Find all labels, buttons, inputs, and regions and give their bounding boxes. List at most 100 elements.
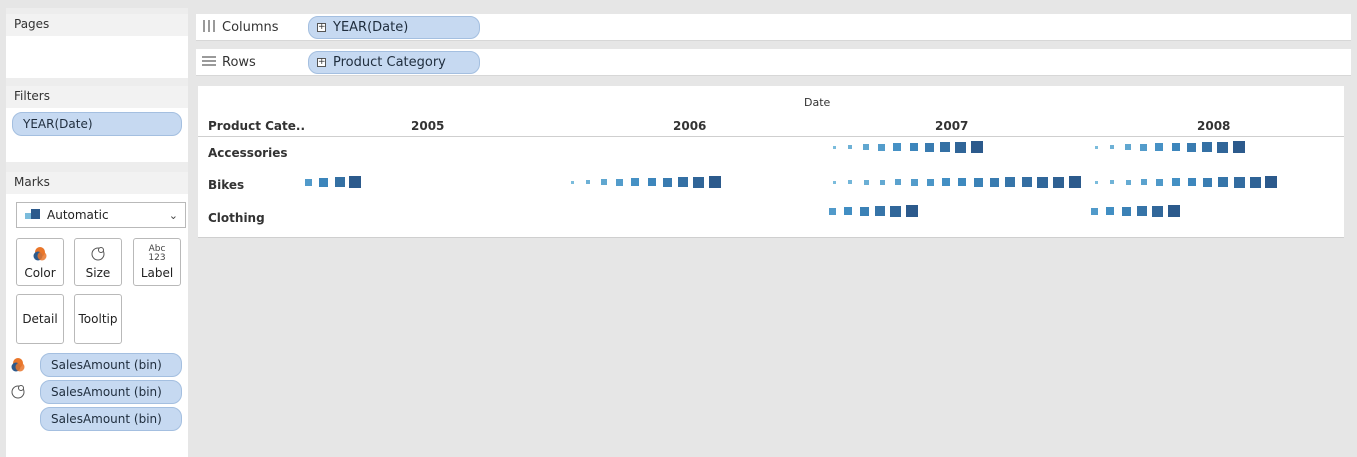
size-button[interactable]: Size [74, 238, 122, 286]
size-icon [75, 245, 121, 264]
mark-square[interactable] [1187, 143, 1196, 152]
mark-square[interactable] [1053, 177, 1064, 188]
rows-icon [202, 55, 216, 71]
mark-square[interactable] [1005, 177, 1015, 187]
mark-square[interactable] [927, 179, 934, 186]
columns-shelf[interactable]: Columns + YEAR(Date) [196, 14, 1351, 41]
mark-square[interactable] [848, 145, 852, 149]
mark-square[interactable] [648, 178, 656, 186]
color-field-pill[interactable]: SalesAmount (bin) [40, 353, 182, 377]
mark-square[interactable] [1106, 207, 1114, 215]
mark-square[interactable] [1126, 180, 1131, 185]
columns-pill-label: YEAR(Date) [333, 20, 409, 35]
mark-square[interactable] [864, 180, 869, 185]
mark-square[interactable] [848, 180, 852, 184]
mark-square[interactable] [910, 143, 918, 151]
label-field-pill[interactable]: SalesAmount (bin) [40, 407, 182, 431]
mark-square[interactable] [1137, 206, 1147, 216]
row-label-bikes: Bikes [208, 178, 245, 192]
mark-square[interactable] [349, 176, 361, 188]
expand-icon[interactable]: + [317, 23, 326, 32]
mark-square[interactable] [1218, 177, 1228, 187]
mark-square[interactable] [586, 180, 590, 184]
mark-square[interactable] [940, 142, 950, 152]
mark-square[interactable] [319, 178, 328, 187]
mark-square[interactable] [1155, 143, 1163, 151]
mark-square[interactable] [974, 178, 983, 187]
expand-icon[interactable]: + [317, 58, 326, 67]
mark-square[interactable] [1156, 179, 1163, 186]
mark-square[interactable] [601, 179, 607, 185]
columns-pill[interactable]: + YEAR(Date) [308, 16, 480, 39]
tooltip-button[interactable]: Tooltip [74, 294, 122, 344]
mark-square[interactable] [1202, 142, 1212, 152]
mark-square[interactable] [1250, 177, 1261, 188]
mark-square[interactable] [1122, 207, 1131, 216]
mark-square[interactable] [663, 178, 672, 187]
mark-square[interactable] [1037, 177, 1048, 188]
size-field-pill[interactable]: SalesAmount (bin) [40, 380, 182, 404]
mark-square[interactable] [335, 177, 345, 187]
mark-square[interactable] [875, 206, 885, 216]
mark-square[interactable] [880, 180, 885, 185]
mark-square[interactable] [1069, 176, 1081, 188]
label-button[interactable]: Abc 123 Label [133, 238, 181, 286]
mark-square[interactable] [1168, 205, 1180, 217]
mark-square[interactable] [1172, 143, 1180, 151]
mark-square[interactable] [1152, 206, 1163, 217]
mark-square[interactable] [693, 177, 704, 188]
mark-square[interactable] [631, 178, 639, 186]
rows-pill[interactable]: + Product Category [308, 51, 480, 74]
mark-square[interactable] [1095, 146, 1098, 149]
mark-square[interactable] [833, 181, 836, 184]
mark-square[interactable] [942, 178, 950, 186]
marks-card: Marks Automatic ⌄ Color Size Abc 123 Labe… [6, 172, 188, 457]
mark-square[interactable] [890, 206, 901, 217]
mark-square[interactable] [1110, 145, 1114, 149]
mark-square[interactable] [1217, 142, 1228, 153]
mark-type-select[interactable]: Automatic ⌄ [16, 202, 186, 228]
rows-shelf[interactable]: Rows + Product Category [196, 49, 1351, 76]
mark-square[interactable] [616, 179, 623, 186]
mark-square[interactable] [1141, 179, 1147, 185]
detail-button[interactable]: Detail [16, 294, 64, 344]
mark-square[interactable] [1110, 180, 1114, 184]
mark-square[interactable] [958, 178, 966, 186]
mark-square[interactable] [1234, 177, 1245, 188]
mark-square[interactable] [895, 179, 901, 185]
mark-square[interactable] [844, 207, 852, 215]
mark-square[interactable] [860, 207, 869, 216]
size-button-label: Size [85, 266, 111, 280]
mark-square[interactable] [971, 141, 983, 153]
mark-square[interactable] [829, 208, 836, 215]
column-header-2007: 2007 [935, 119, 969, 133]
mark-square[interactable] [955, 142, 966, 153]
mark-square[interactable] [1172, 178, 1180, 186]
mark-square[interactable] [1188, 178, 1196, 186]
mark-square[interactable] [863, 144, 869, 150]
mark-square[interactable] [1125, 144, 1131, 150]
mark-square[interactable] [893, 143, 901, 151]
mark-square[interactable] [1095, 181, 1098, 184]
chevron-down-icon: ⌄ [168, 208, 178, 222]
mark-square[interactable] [990, 178, 999, 187]
filter-pill-year-date[interactable]: YEAR(Date) [12, 112, 182, 136]
mark-square[interactable] [878, 144, 885, 151]
mark-square[interactable] [1265, 176, 1277, 188]
mark-square[interactable] [1203, 178, 1212, 187]
columns-shelf-label-wrap: Columns [202, 14, 279, 41]
mark-square[interactable] [1091, 208, 1098, 215]
mark-square[interactable] [678, 177, 688, 187]
mark-square[interactable] [1140, 144, 1147, 151]
mark-square[interactable] [1233, 141, 1245, 153]
mark-square[interactable] [709, 176, 721, 188]
mark-square[interactable] [925, 143, 934, 152]
mark-square[interactable] [833, 146, 836, 149]
mark-square[interactable] [906, 205, 918, 217]
mark-square[interactable] [1022, 177, 1032, 187]
row-header-title: Product Cate.. [208, 119, 306, 133]
mark-square[interactable] [305, 179, 312, 186]
color-button[interactable]: Color [16, 238, 64, 286]
mark-square[interactable] [911, 179, 918, 186]
mark-square[interactable] [571, 181, 574, 184]
